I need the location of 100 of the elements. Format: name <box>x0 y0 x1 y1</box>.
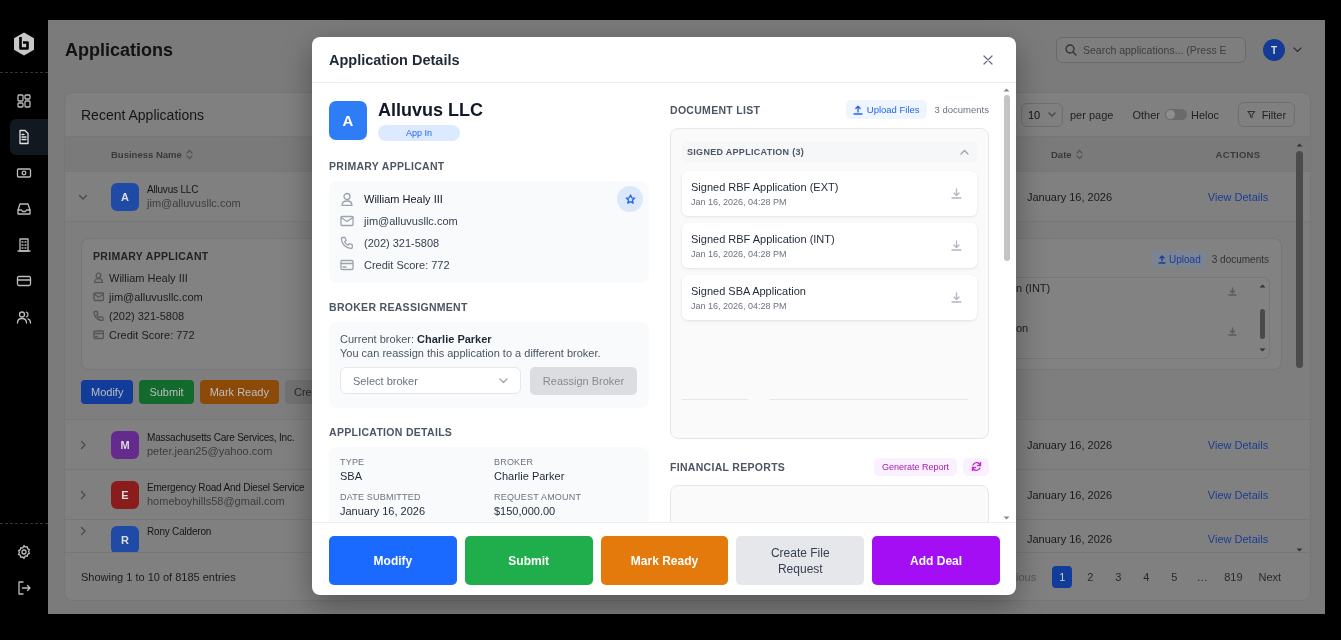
refresh-button[interactable] <box>963 457 989 476</box>
view-details-link[interactable]: View Details <box>1187 190 1289 203</box>
per-page-select[interactable]: 10 <box>1021 102 1063 127</box>
document-count: 3 documents <box>934 104 989 115</box>
scrollbar-thumb[interactable] <box>1296 151 1303 368</box>
field-value: $150,000.00 <box>494 505 557 517</box>
column-header: ACTIONS <box>1214 148 1262 160</box>
next-button[interactable]: Next <box>1254 565 1286 588</box>
download-icon[interactable] <box>951 188 962 199</box>
logout-icon[interactable] <box>16 580 32 596</box>
refresh-icon <box>970 461 982 472</box>
upload-files-button[interactable]: Upload Files <box>845 100 927 119</box>
submit-button[interactable]: Submit <box>464 536 593 585</box>
section-heading: FINANCIAL REPORTS <box>670 460 787 473</box>
ready-button[interactable]: Mark Ready <box>600 536 729 585</box>
document-name: on <box>1016 322 1029 336</box>
submit-button[interactable]: Submit <box>139 380 194 404</box>
dialog-title: Application Details <box>329 51 460 68</box>
ready-button[interactable]: Mark Ready <box>199 380 279 404</box>
business-avatar: A <box>111 182 139 211</box>
request-button[interactable]: Create File Request <box>736 536 865 585</box>
scrollbar-thumb[interactable] <box>1003 95 1010 261</box>
business-avatar: A <box>329 101 367 140</box>
document-item[interactable]: Signed SBA Application Jan 16, 2026, 04:28 PM <box>682 275 977 320</box>
page-button[interactable]: 1 <box>1052 565 1073 588</box>
scroll-down-icon[interactable] <box>1258 348 1266 352</box>
view-details-link[interactable]: View Details <box>1187 488 1289 501</box>
sort-icon[interactable] <box>184 148 194 160</box>
business-name: Emergency Road And Diesel Service <box>147 482 305 493</box>
business-email: jim@alluvusllc.com <box>147 197 241 209</box>
download-icon[interactable] <box>951 240 962 251</box>
page-button[interactable]: 3 <box>1108 565 1129 588</box>
scroll-down-icon[interactable] <box>1003 516 1010 520</box>
business-name: Alluvus LLC <box>378 100 483 121</box>
phone-icon <box>93 310 104 321</box>
filter-button[interactable]: Filter <box>1238 102 1296 127</box>
chevron-down-icon[interactable] <box>1293 47 1302 53</box>
scroll-up-icon[interactable] <box>1258 284 1266 288</box>
broker-select[interactable]: Select broker <box>340 367 521 394</box>
page-button[interactable]: 5 <box>1164 565 1185 588</box>
chevron-right-icon[interactable] <box>78 489 88 500</box>
field-label: DATE SUBMITTED <box>340 492 422 502</box>
applicant-detail: Credit Score: 772 <box>109 328 195 341</box>
generate-report-button[interactable]: Generate Report <box>873 457 957 476</box>
scroll-up-icon[interactable] <box>1296 143 1303 147</box>
chevron-down-icon <box>499 377 508 384</box>
page-button[interactable]: … <box>1192 565 1213 588</box>
document-item[interactable]: Signed RBF Application (EXT) Jan 16, 2026, 04:28 PM <box>682 171 977 216</box>
person-icon <box>340 192 354 206</box>
modify-button[interactable]: Modify <box>329 536 457 585</box>
view-details-link[interactable]: View Details <box>1187 533 1289 545</box>
request-button[interactable]: Cre <box>284 380 312 404</box>
column-header[interactable]: Business Name <box>111 148 182 160</box>
scrollbar-thumb[interactable] <box>1259 309 1265 339</box>
section-heading: PRIMARY APPLICANT <box>329 160 446 172</box>
download-icon[interactable] <box>1228 287 1237 296</box>
page-button[interactable]: 819 <box>1220 565 1247 588</box>
document-icon[interactable] <box>16 129 32 145</box>
deal-button[interactable]: Add Deal <box>872 536 1000 585</box>
page-button[interactable]: 2 <box>1080 565 1101 588</box>
document-count: 3 documents <box>1211 253 1269 265</box>
upload-button[interactable]: Upload <box>1153 251 1206 267</box>
favorite-button[interactable] <box>617 186 643 212</box>
column-header[interactable]: Date <box>1051 148 1072 160</box>
document-item[interactable]: Signed RBF Application (INT) Jan 16, 2026, 04:28 PM <box>682 223 977 268</box>
view-details-link[interactable]: View Details <box>1187 438 1289 451</box>
credit-card-icon[interactable] <box>16 273 32 289</box>
current-broker: Current broker: Charlie Parker <box>340 333 493 345</box>
section-heading: BROKER REASSIGNMENT <box>329 301 469 313</box>
document-date: Jan 16, 2026, 04:28 PM <box>691 248 788 259</box>
chevron-right-icon[interactable] <box>78 439 88 450</box>
applicant-detail: William Healy III <box>109 271 188 284</box>
status-badge: App In <box>378 125 460 141</box>
toggle-switch[interactable] <box>1164 109 1187 120</box>
toggle-label: Other <box>1132 108 1160 121</box>
inbox-icon[interactable] <box>16 201 32 217</box>
chevron-right-icon[interactable] <box>78 526 88 536</box>
section-heading: APPLICATION DETAILS <box>329 426 454 438</box>
toggle-label: Heloc <box>1190 108 1220 121</box>
user-avatar[interactable]: T <box>1263 39 1285 61</box>
business-name: Massachusetts Care Services, Inc. <box>147 432 295 443</box>
settings-icon[interactable] <box>16 544 32 560</box>
field-value: SBA <box>340 470 363 482</box>
logo-icon[interactable] <box>12 31 36 57</box>
download-icon[interactable] <box>951 292 962 303</box>
search-field[interactable]: Search applications... (Press E <box>1056 37 1246 63</box>
modify-button[interactable]: Modify <box>81 380 134 404</box>
download-icon[interactable] <box>1228 327 1237 336</box>
business-name: Rony Calderon <box>147 526 212 537</box>
page-button[interactable]: 4 <box>1136 565 1157 588</box>
applicant-detail: jim@alluvusllc.com <box>109 290 203 303</box>
users-icon[interactable] <box>16 309 32 325</box>
sort-icon[interactable] <box>1074 148 1084 160</box>
dashboard-icon[interactable] <box>16 93 32 109</box>
section-heading: DOCUMENT LIST <box>670 103 762 116</box>
building-icon[interactable] <box>16 237 32 253</box>
date-cell-text: January 16, 2026 <box>1027 438 1113 451</box>
date-cell-text: January 16, 2026 <box>1027 190 1113 203</box>
banknote-icon[interactable] <box>16 165 32 181</box>
group-header[interactable]: SIGNED APPLICATION (3) <box>682 141 977 163</box>
